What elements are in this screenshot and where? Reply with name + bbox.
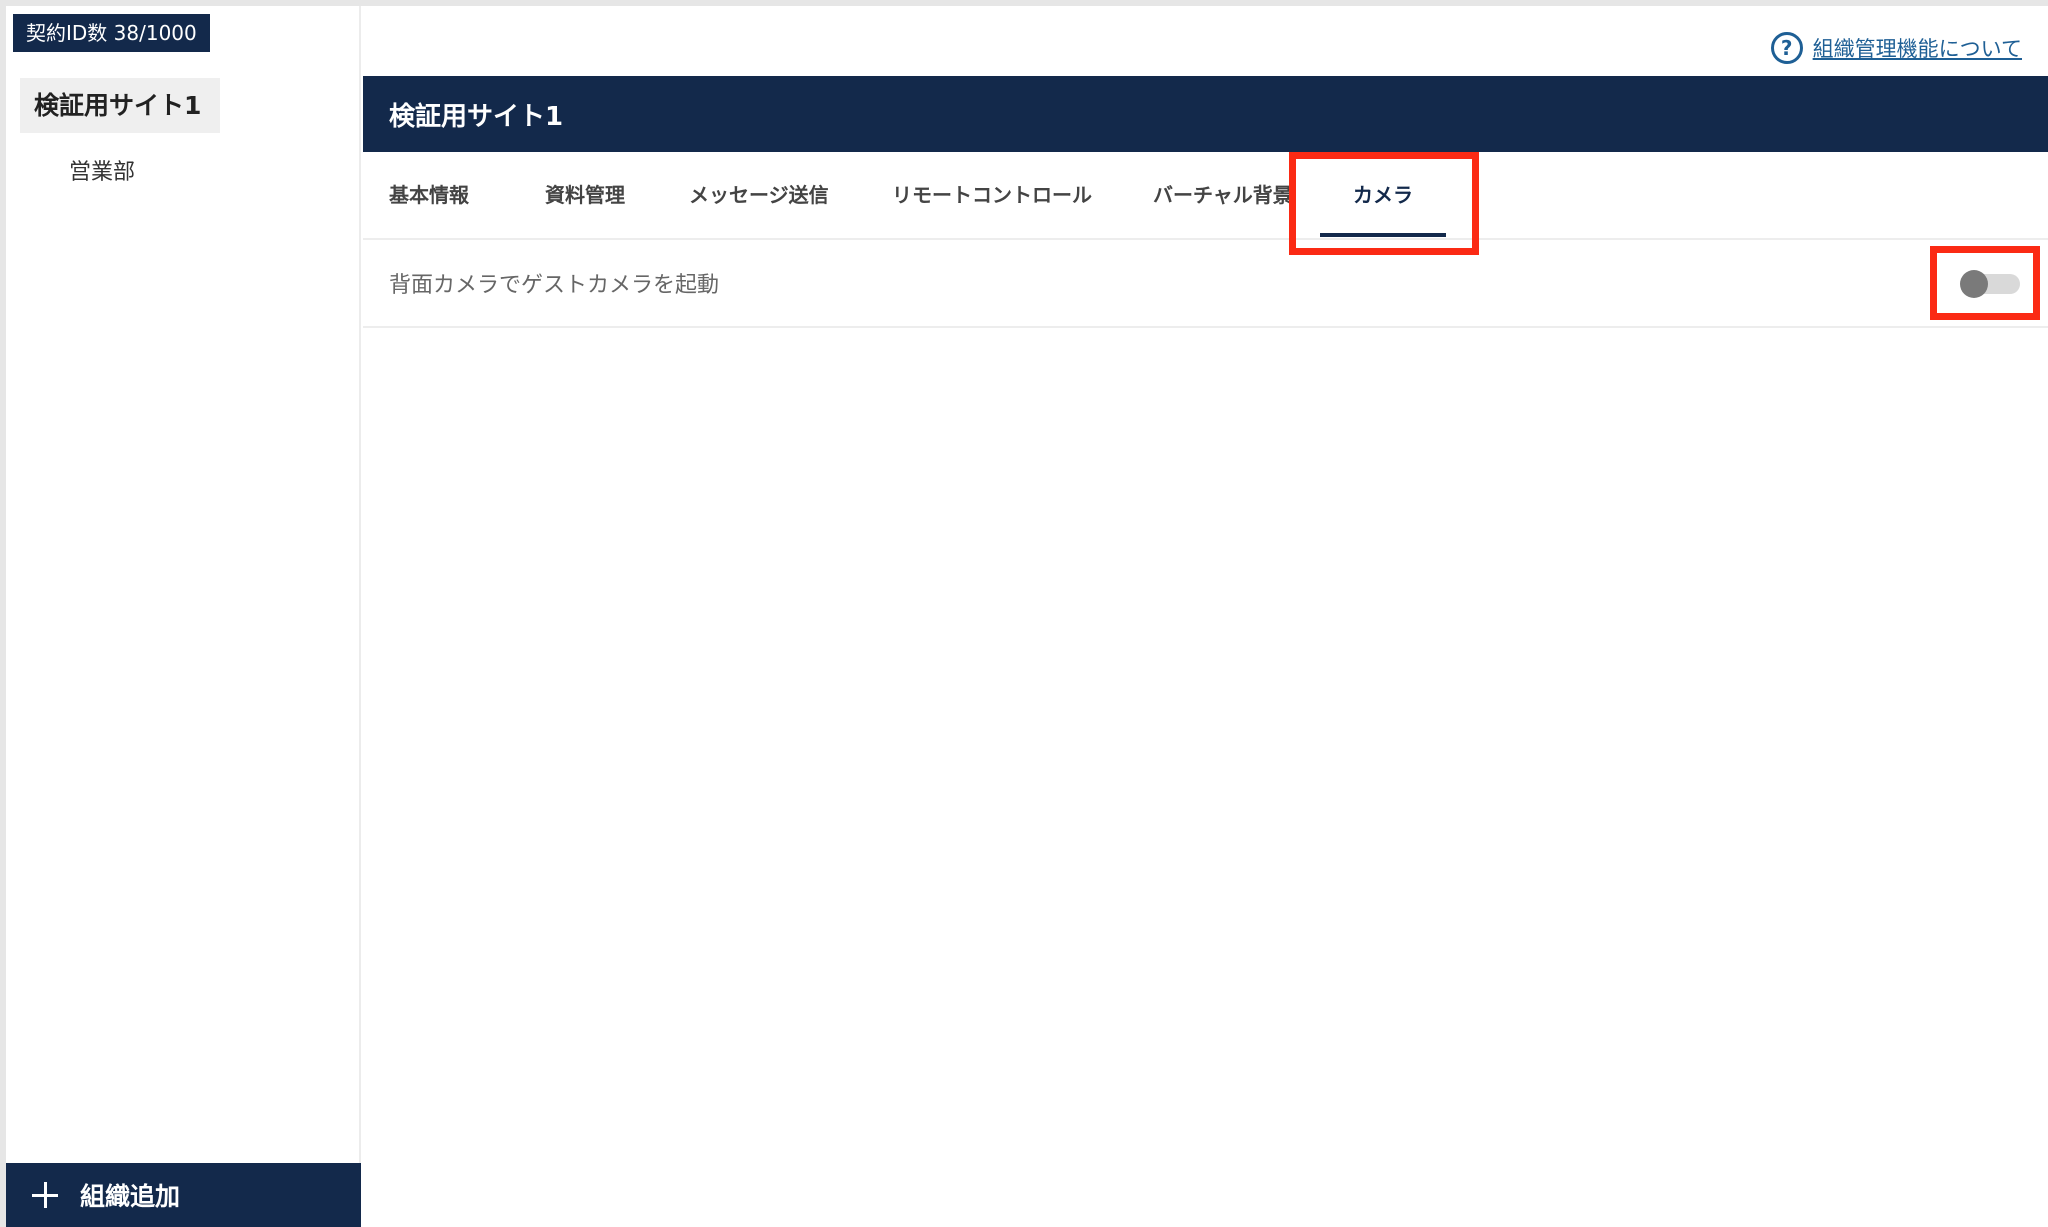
help-link-text: 組織管理機能について [1812,37,2022,61]
org-tree-item-root[interactable]: 検証用サイト1 [20,78,220,133]
page-title: 検証用サイト1 [389,101,564,132]
tab-document-management[interactable]: 資料管理 [545,152,625,238]
app-window: 契約ID数 38/1000 検証用サイト1 営業部 組織追加 ? 組織管理機能に… [6,6,2048,1227]
main-panel: ? 組織管理機能について 検証用サイト1 基本情報 資料管理 メッセージ送信 リ… [363,6,2048,1227]
rear-camera-toggle[interactable] [1960,270,2022,298]
add-org-button[interactable]: 組織追加 [6,1163,361,1227]
tab-remote-control[interactable]: リモートコントロール [892,152,1092,238]
setting-row-rear-camera: 背面カメラでゲストカメラを起動 [363,240,2048,328]
contract-id-badge: 契約ID数 38/1000 [13,14,210,52]
settings-tabs: 基本情報 資料管理 メッセージ送信 リモートコントロール バーチャル背景 カメラ [363,152,2048,255]
setting-label-rear-camera: 背面カメラでゲストカメラを起動 [389,273,720,298]
tab-message-send[interactable]: メッセージ送信 [689,152,829,238]
org-sidebar: 契約ID数 38/1000 検証用サイト1 営業部 組織追加 [6,6,361,1227]
add-org-label: 組織追加 [80,1182,181,1211]
active-tab-indicator [1320,233,1446,237]
tab-virtual-background[interactable]: バーチャル背景 [1153,152,1293,238]
tab-basic-info[interactable]: 基本情報 [389,152,469,238]
tab-camera[interactable]: カメラ [1353,152,1413,238]
site-header: 検証用サイト1 [363,76,2048,152]
question-circle-icon: ? [1770,32,1803,64]
help-link[interactable]: ? 組織管理機能について [1770,32,2022,64]
toggle-knob [1960,270,1988,298]
plus-icon [32,1182,58,1208]
org-tree-item-sales[interactable]: 営業部 [69,154,135,186]
